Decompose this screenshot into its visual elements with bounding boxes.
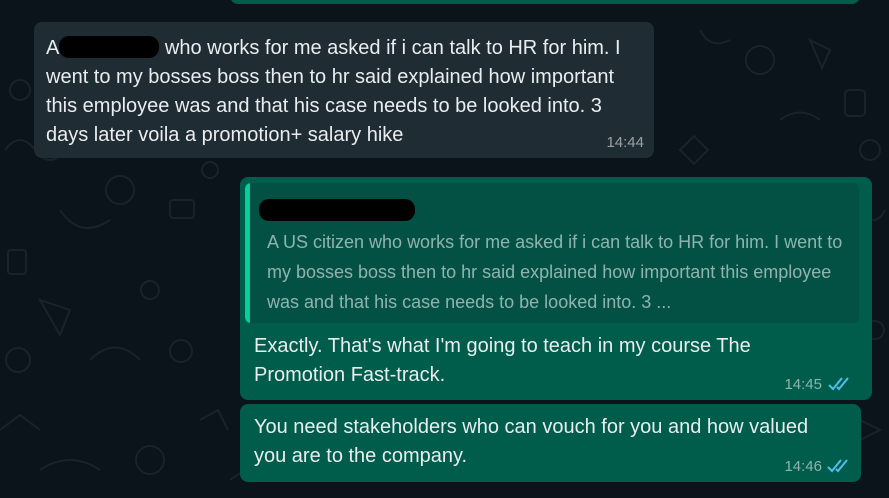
redacted-sender-name: [259, 199, 415, 221]
message-timestamp: 14:46: [784, 458, 822, 475]
message-text-start: A: [46, 37, 60, 59]
outgoing-message-text: You need stakeholders who can vouch for …: [254, 416, 809, 467]
message-timestamp: 14:44: [606, 134, 644, 151]
double-check-read-icon: [828, 377, 849, 391]
message-timestamp: 14:45: [784, 376, 822, 393]
quoted-message[interactable]: A US citizen who works for me asked if i…: [245, 183, 859, 323]
previous-message-bubble-partial: [230, 0, 860, 4]
double-check-read-icon: [827, 459, 848, 473]
outgoing-message-bubble[interactable]: You need stakeholders who can vouch for …: [240, 404, 861, 482]
incoming-message-bubble[interactable]: A who works for me asked if i can talk t…: [34, 22, 654, 158]
redacted-text-block: [59, 35, 160, 58]
outgoing-message-text: Exactly. That's what I'm going to teach …: [254, 335, 751, 386]
quote-accent-bar: [245, 183, 250, 323]
incoming-message-text: A who works for me asked if i can talk t…: [46, 34, 636, 150]
quoted-message-text: A US citizen who works for me asked if i…: [267, 232, 843, 312]
outgoing-reply-bubble[interactable]: A US citizen who works for me asked if i…: [240, 177, 872, 400]
